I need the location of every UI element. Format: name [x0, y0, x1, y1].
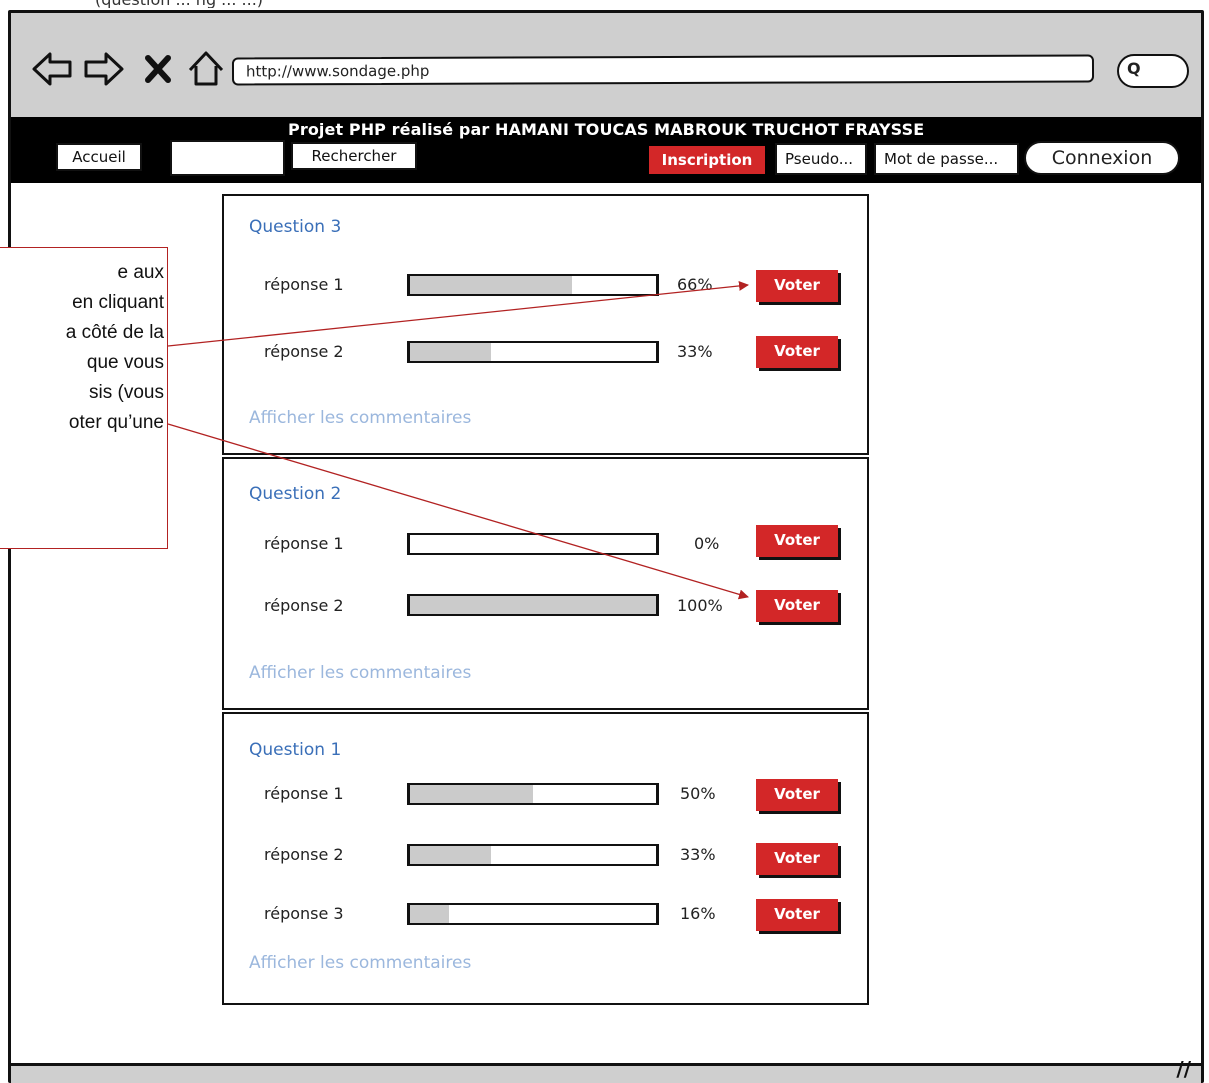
question-title: Question 1: [249, 740, 342, 760]
question-card: Question 3 réponse 1 66% Voter réponse 2…: [222, 194, 869, 455]
result-bar-fill: [410, 846, 492, 864]
rechercher-button[interactable]: Rechercher: [291, 142, 417, 170]
inscription-button[interactable]: Inscription: [649, 146, 765, 174]
show-comments-link[interactable]: Afficher les commentaires: [249, 953, 471, 973]
answer-label: réponse 3: [264, 904, 344, 923]
show-comments-link[interactable]: Afficher les commentaires: [249, 408, 471, 428]
answer-label: réponse 2: [264, 845, 344, 864]
annotation-callout: e aux en cliquant a côté de la que vous …: [0, 247, 168, 549]
result-bar: [407, 903, 659, 925]
answer-label: réponse 2: [264, 342, 344, 361]
result-bar: [407, 594, 659, 616]
home-icon[interactable]: [184, 44, 228, 94]
result-bar-fill: [410, 596, 656, 614]
accueil-button[interactable]: Accueil: [56, 143, 142, 171]
result-bar-fill: [410, 343, 492, 361]
status-bar: //: [11, 1057, 1201, 1083]
answer-label: réponse 2: [264, 596, 344, 615]
voter-button[interactable]: Voter: [756, 843, 838, 875]
question-title: Question 3: [249, 217, 342, 237]
connexion-button[interactable]: Connexion: [1024, 141, 1180, 175]
voter-button[interactable]: Voter: [756, 899, 838, 931]
search-input[interactable]: [170, 140, 285, 176]
answer-percent: 66%: [677, 275, 713, 294]
result-bar-fill: [410, 276, 573, 294]
voter-button[interactable]: Voter: [756, 270, 838, 302]
answer-percent: 33%: [677, 342, 713, 361]
question-card: Question 2 réponse 1 0% Voter réponse 2 …: [222, 457, 869, 710]
answer-percent: 50%: [680, 784, 716, 803]
close-x-icon[interactable]: [138, 44, 178, 94]
answer-label: réponse 1: [264, 275, 344, 294]
result-bar: [407, 533, 659, 555]
answer-percent: 33%: [680, 845, 716, 864]
result-bar-fill: [410, 785, 533, 803]
answer-percent: 0%: [694, 534, 720, 553]
forward-arrow-icon[interactable]: [82, 44, 126, 94]
voter-button[interactable]: Voter: [756, 336, 838, 368]
answer-percent: 100%: [677, 596, 723, 615]
browser-search-field[interactable]: Q: [1117, 54, 1189, 88]
answer-percent: 16%: [680, 904, 716, 923]
question-card: Question 1 réponse 1 50% Voter réponse 2…: [222, 712, 869, 1005]
answer-label: réponse 1: [264, 534, 344, 553]
result-bar: [407, 844, 659, 866]
result-bar: [407, 341, 659, 363]
annotation-text: e aux en cliquant a côté de la que vous …: [65, 262, 164, 433]
result-bar: [407, 274, 659, 296]
back-arrow-icon[interactable]: [30, 44, 74, 94]
pseudo-field[interactable]: Pseudo...: [775, 143, 867, 175]
resize-grip-icon[interactable]: //: [1176, 1057, 1191, 1081]
result-bar: [407, 783, 659, 805]
show-comments-link[interactable]: Afficher les commentaires: [249, 663, 471, 683]
address-bar[interactable]: http://www.sondage.php: [231, 54, 1095, 86]
answer-label: réponse 1: [264, 784, 344, 803]
result-bar-fill: [410, 905, 450, 923]
cropped-caption: (question ... ng ... ...): [95, 0, 735, 8]
password-field[interactable]: Mot de passe...: [874, 143, 1019, 175]
search-icon: Q: [1127, 59, 1141, 78]
voter-button[interactable]: Voter: [756, 779, 838, 811]
voter-button[interactable]: Voter: [756, 590, 838, 622]
question-title: Question 2: [249, 484, 342, 504]
site-title: Projet PHP réalisé par HAMANI TOUCAS MAB…: [288, 120, 925, 139]
voter-button[interactable]: Voter: [756, 525, 838, 557]
